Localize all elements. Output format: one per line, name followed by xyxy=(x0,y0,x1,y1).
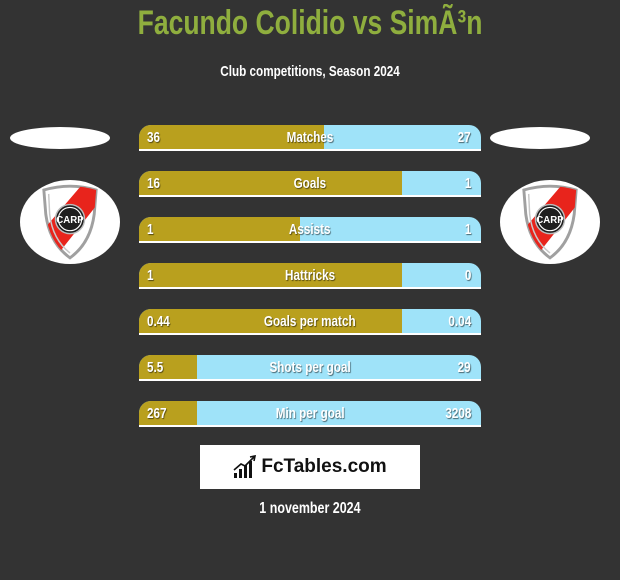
left-team-logo: CARP xyxy=(20,180,120,264)
bar-chart-icon xyxy=(233,455,257,478)
right-player-name-placeholder xyxy=(490,127,590,149)
stat-label: Matches xyxy=(286,129,334,146)
stat-row-hattricks: 1 Hattricks 0 xyxy=(139,263,481,289)
right-value: 1 xyxy=(464,175,471,192)
left-player-name-placeholder xyxy=(10,127,110,149)
right-value: 0 xyxy=(464,267,471,284)
stat-label: Goals xyxy=(293,175,327,192)
competition-subtitle: Club competitions, Season 2024 xyxy=(220,63,400,80)
right-value: 3208 xyxy=(444,405,471,422)
right-team-logo: CARP xyxy=(500,180,600,264)
fctables-brand-link[interactable]: FcTables.com xyxy=(200,445,420,489)
stat-label: Min per goal xyxy=(275,405,345,422)
stat-label: Hattricks xyxy=(284,267,336,284)
stat-label: Goals per match xyxy=(264,313,356,330)
stat-label: Shots per goal xyxy=(269,359,351,376)
stat-row-shots-per-goal: 5.5 Shots per goal 29 xyxy=(139,355,481,381)
stat-row-goals-per-match: 0.44 Goals per match 0.04 xyxy=(139,309,481,335)
right-value: 27 xyxy=(457,129,471,146)
stat-row-goals: 16 Goals 1 xyxy=(139,171,481,197)
river-plate-crest-icon: CARP xyxy=(522,184,578,260)
report-date: 1 november 2024 xyxy=(259,500,361,517)
right-value: 29 xyxy=(457,359,471,376)
svg-text:CARP: CARP xyxy=(536,215,564,226)
stat-row-matches: 36 Matches 27 xyxy=(139,125,481,151)
right-value: 0.04 xyxy=(448,313,471,330)
river-plate-crest-icon: CARP xyxy=(42,184,98,260)
stat-row-min-per-goal: 267 Min per goal 3208 xyxy=(139,401,481,427)
svg-text:CARP: CARP xyxy=(56,215,84,226)
stat-row-assists: 1 Assists 1 xyxy=(139,217,481,243)
page-title: Facundo Colidio vs SimÃ³n xyxy=(137,4,483,42)
brand-name: FcTables.com xyxy=(261,456,387,477)
stat-label: Assists xyxy=(289,221,331,238)
right-value: 1 xyxy=(464,221,471,238)
